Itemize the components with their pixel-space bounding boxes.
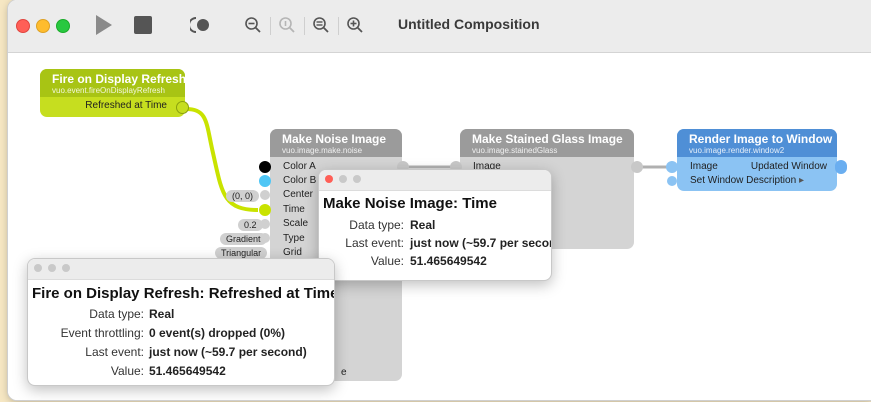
node-fire-on-display-refresh[interactable]: Fire on Display Refresh vuo.event.fireOn… — [40, 69, 189, 117]
composition-window: Untitled Composition Fire on Display Ref… — [8, 0, 871, 400]
node-title: Render Image to Window — [689, 132, 833, 146]
constant-type[interactable]: Gradient — [220, 233, 267, 245]
input-port-time[interactable] — [259, 204, 271, 216]
input-port-set-window-description[interactable] — [667, 176, 677, 186]
popover-title: Make Noise Image: Time — [323, 195, 497, 212]
value: 51.465649542 — [410, 254, 487, 268]
label: Last event: — [345, 236, 404, 250]
input-port-label-color-b: Color B — [283, 175, 317, 186]
popover-title: Fire on Display Refresh: Refreshed at Ti… — [32, 285, 335, 302]
window-title: Untitled Composition — [398, 16, 540, 32]
close-button[interactable] — [16, 19, 30, 33]
value: 0 event(s) dropped (0%) — [149, 326, 286, 340]
output-port-updated-window[interactable] — [835, 160, 847, 174]
port-popover-refreshed-at-time[interactable]: Fire on Display Refresh: Refreshed at Ti… — [27, 258, 335, 386]
input-port-label-image: Image — [690, 161, 718, 172]
input-port-image-render[interactable] — [666, 161, 678, 173]
value: Real — [149, 307, 175, 321]
label: Last event: — [85, 345, 144, 359]
node-title: Fire on Display Refresh — [52, 72, 187, 86]
toolbar: Untitled Composition — [8, 0, 871, 53]
value: just now (~59.7 per second) — [410, 236, 552, 250]
popover-close-button[interactable] — [34, 264, 42, 272]
output-port-label-refreshed-at-time: Refreshed at Time — [85, 100, 167, 111]
show-events-icon[interactable] — [184, 12, 218, 38]
constant-scale[interactable]: 0.2 — [238, 219, 263, 231]
label: Data type: — [89, 307, 144, 321]
output-port-label-updated-window: Updated Window — [750, 161, 827, 172]
obscured-port-label-fragment: e — [341, 367, 347, 378]
popover-minimize-button — [48, 264, 56, 272]
input-port-color-a[interactable] — [259, 161, 271, 173]
value: 51.465649542 — [149, 364, 226, 378]
label: Value: — [110, 364, 144, 378]
node-class: vuo.image.stainedGlass — [472, 146, 558, 155]
expand-arrow-icon[interactable]: ▸ — [799, 175, 804, 186]
label: Data type: — [349, 218, 404, 232]
node-render-image-to-window[interactable]: Render Image to Window vuo.image.render.… — [677, 129, 837, 191]
composition-canvas[interactable]: Fire on Display Refresh vuo.event.fireOn… — [8, 53, 871, 400]
node-class: vuo.image.render.window2 — [689, 146, 785, 155]
input-port-label-time: Time — [283, 204, 305, 215]
play-icon[interactable] — [88, 12, 118, 38]
output-port-refreshed-at-time[interactable] — [176, 101, 189, 114]
zoom-fit-icon[interactable] — [308, 12, 334, 38]
node-class: vuo.event.fireOnDisplayRefresh — [52, 86, 165, 95]
value: just now (~59.7 per second) — [149, 345, 307, 359]
popover-zoom-button — [62, 264, 70, 272]
set-window-description-text: Set Window Description — [690, 175, 797, 186]
node-title: Make Noise Image — [282, 132, 387, 146]
constant-center[interactable]: (0, 0) — [226, 190, 260, 202]
input-port-label-set-window-description: Set Window Description ▸ — [690, 175, 804, 186]
input-port-label-type: Type — [283, 233, 305, 244]
label: Event throttling: — [60, 326, 144, 340]
popover-minimize-button — [339, 175, 347, 183]
stop-icon[interactable] — [128, 12, 158, 38]
input-port-label-center: Center — [283, 189, 314, 200]
input-port-label-color-a: Color A — [283, 161, 316, 172]
output-port-image-stained[interactable] — [631, 161, 643, 173]
popover-close-button[interactable] — [325, 175, 333, 183]
input-port-label-grid: Grid — [283, 247, 302, 258]
popover-title-bar[interactable] — [319, 170, 551, 191]
popover-title-bar[interactable] — [28, 259, 334, 280]
input-port-center[interactable] — [260, 190, 270, 200]
node-title: Make Stained Glass Image — [472, 132, 623, 146]
zoom-out-icon[interactable] — [240, 12, 266, 38]
zoom-in-icon[interactable] — [342, 12, 368, 38]
minimize-button[interactable] — [36, 19, 50, 33]
input-port-color-b[interactable] — [259, 175, 271, 187]
zoom-actual-icon[interactable] — [274, 12, 300, 38]
input-port-label-scale: Scale — [283, 218, 309, 229]
popover-zoom-button — [353, 175, 361, 183]
zoom-window-button[interactable] — [56, 19, 70, 33]
port-popover-time[interactable]: Make Noise Image: Time Data type: Real L… — [318, 169, 552, 281]
node-class: vuo.image.make.noise — [282, 146, 363, 155]
value: Real — [410, 218, 436, 232]
